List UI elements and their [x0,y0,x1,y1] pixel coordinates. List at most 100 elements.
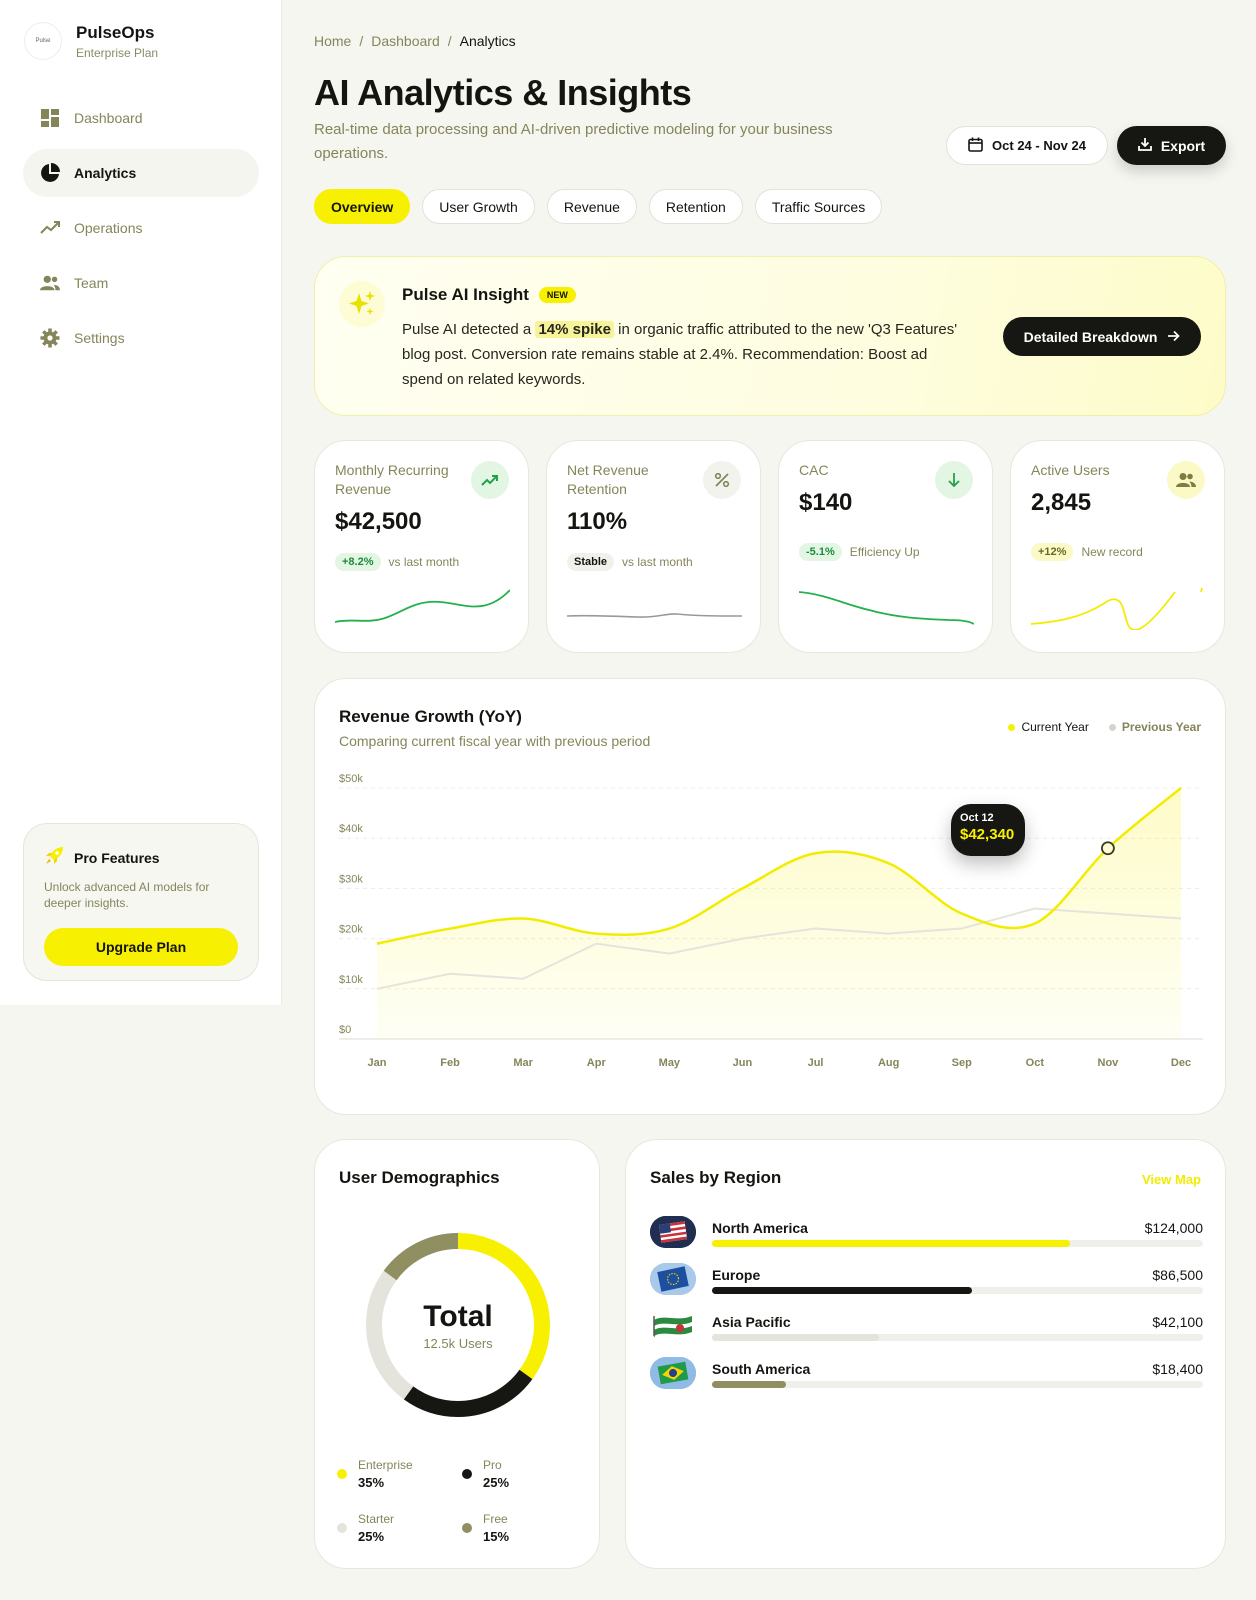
legend-value: 25% [358,1529,385,1544]
dashboard-icon [40,108,60,128]
y-tick-label: $10k [339,974,363,986]
region-value: $18,400 [1152,1361,1203,1377]
donut-users: 12.5k Users [423,1335,493,1351]
highlight-point [1101,841,1115,856]
tab-user-growth[interactable]: User Growth [422,189,535,224]
trend-icon [40,218,60,238]
sidebar-item-dashboard[interactable]: Dashboard [23,94,259,142]
region-bar-track [712,1381,1203,1388]
sidebar-item-label: Operations [74,220,143,236]
kpi-meta: Stable vs last month [567,553,693,571]
date-range-button[interactable]: Oct 24 - Nov 24 [946,126,1108,165]
legend-current-year[interactable]: Current Year [1008,720,1089,734]
legend-label: Pro [483,1458,502,1472]
download-icon [1137,137,1152,154]
sales-by-region-card: Sales by Region View Map North America $… [625,1139,1226,1569]
tab-traffic-sources[interactable]: Traffic Sources [754,189,883,224]
sidebar-item-operations[interactable]: Operations [23,204,259,252]
kpi-card-active-users[interactable]: Active Users 2,845 +12% New record [1010,440,1225,653]
detailed-breakdown-button[interactable]: Detailed Breakdown [1003,317,1201,356]
tab-bar: Overview User Growth Revenue Retention T… [314,189,883,224]
breadcrumb-home[interactable]: Home [314,33,351,49]
region-value: $124,000 [1144,1220,1203,1236]
current-year-area [377,788,1181,1039]
chart-legend: Current Year Previous Year [1008,720,1201,734]
brand-name: PulseOps [76,22,155,42]
sparkle-icon [339,281,385,327]
breadcrumb-separator: / [447,33,452,49]
trending-up-icon [471,461,509,499]
tab-revenue[interactable]: Revenue [546,189,637,224]
users-sparkline [1031,587,1203,630]
export-button[interactable]: Export [1117,126,1226,165]
legend-label: Enterprise [358,1458,413,1472]
y-tick-label: $20k [339,924,363,936]
kpi-card-cac[interactable]: CAC $140 -5.1% Efficiency Up [778,440,993,653]
x-tick-label: Aug [878,1057,899,1069]
region-row-europe[interactable]: Europe $86,500 [650,1263,1203,1299]
breadcrumb-dashboard[interactable]: Dashboard [371,33,440,49]
calendar-icon [968,137,983,155]
insight-title-text: Pulse AI Insight [402,285,529,304]
insight-title: Pulse AI Insight NEW [402,285,576,305]
pro-features-card: Pro Features Unlock advanced AI models f… [23,823,259,981]
brand-logo-text: Pulse [35,38,51,44]
region-name: Asia Pacific [712,1314,791,1330]
sidebar-item-team[interactable]: Team [23,259,259,307]
usa-flag-icon [650,1216,696,1248]
view-map-link[interactable]: View Map [1142,1172,1201,1187]
legend-free: Free 15% [462,1512,587,1544]
region-row-south-america[interactable]: South America $18,400 [650,1357,1203,1393]
kpi-label: Active Users [1031,462,1110,478]
percent-icon [703,461,741,499]
region-row-asia-pacific[interactable]: Asia Pacific $42,100 [650,1310,1203,1346]
kpi-meta: -5.1% Efficiency Up [799,543,920,561]
demographics-legend: Enterprise 35% Pro 25% Starter 25% Free 15% [337,1458,587,1544]
breakdown-label: Detailed Breakdown [1023,328,1158,345]
page-title: AI Analytics & Insights [314,72,692,113]
x-tick-label: Mar [513,1057,533,1069]
legend-value: 35% [358,1475,385,1490]
legend-previous-year[interactable]: Previous Year [1108,720,1201,734]
kpi-value: 110% [567,508,628,535]
kpi-card-mrr[interactable]: Monthly Recurring Revenue $42,500 +8.2% … [314,440,529,653]
kpi-meta: +8.2% vs last month [335,553,459,571]
x-tick-label: Apr [587,1057,607,1069]
sidebar-item-label: Team [74,275,109,291]
legend-dot [462,1469,472,1479]
gear-icon [40,328,60,348]
x-tick-label: Nov [1098,1057,1120,1069]
sidebar-item-label: Analytics [74,165,137,181]
sidebar-item-analytics[interactable]: Analytics [23,149,259,197]
kpi-row: Monthly Recurring Revenue $42,500 +8.2% … [314,440,1225,653]
region-value: $86,500 [1152,1267,1203,1283]
donut-total: Total [423,1299,493,1333]
region-bar-fill [712,1334,879,1341]
legend-dot [337,1469,347,1479]
y-tick-label: $40k [339,823,363,835]
mrr-sparkline [335,589,510,623]
legend-dot [1108,723,1116,731]
brand[interactable]: Pulse PulseOps Enterprise Plan [24,22,158,60]
region-row-north-america[interactable]: North America $124,000 [650,1216,1203,1252]
upgrade-plan-button[interactable]: Upgrade Plan [44,928,238,966]
legend-label: Starter [358,1512,395,1526]
kpi-change-pill: -5.1% [799,543,842,561]
insight-highlight: 14% spike [535,321,614,338]
apac-flag-icon [650,1310,696,1342]
tab-retention[interactable]: Retention [648,189,743,224]
breadcrumb-separator: / [359,33,364,49]
kpi-value: $140 [799,489,853,516]
users-icon [1167,461,1205,499]
sidebar-item-settings[interactable]: Settings [23,314,259,362]
kpi-card-nrr[interactable]: Net Revenue Retention 110% Stable vs las… [546,440,761,653]
revenue-chart-title: Revenue Growth (YoY) [339,707,522,726]
region-name: Europe [712,1267,761,1283]
breadcrumb: Home / Dashboard / Analytics [314,33,516,49]
arrow-right-icon [1167,329,1181,345]
brand-plan: Enterprise Plan [76,45,159,60]
kpi-label: Net Revenue Retention [567,462,649,497]
tab-overview[interactable]: Overview [314,189,411,224]
team-icon [40,273,60,293]
promo-title-text: Pro Features [74,849,160,866]
